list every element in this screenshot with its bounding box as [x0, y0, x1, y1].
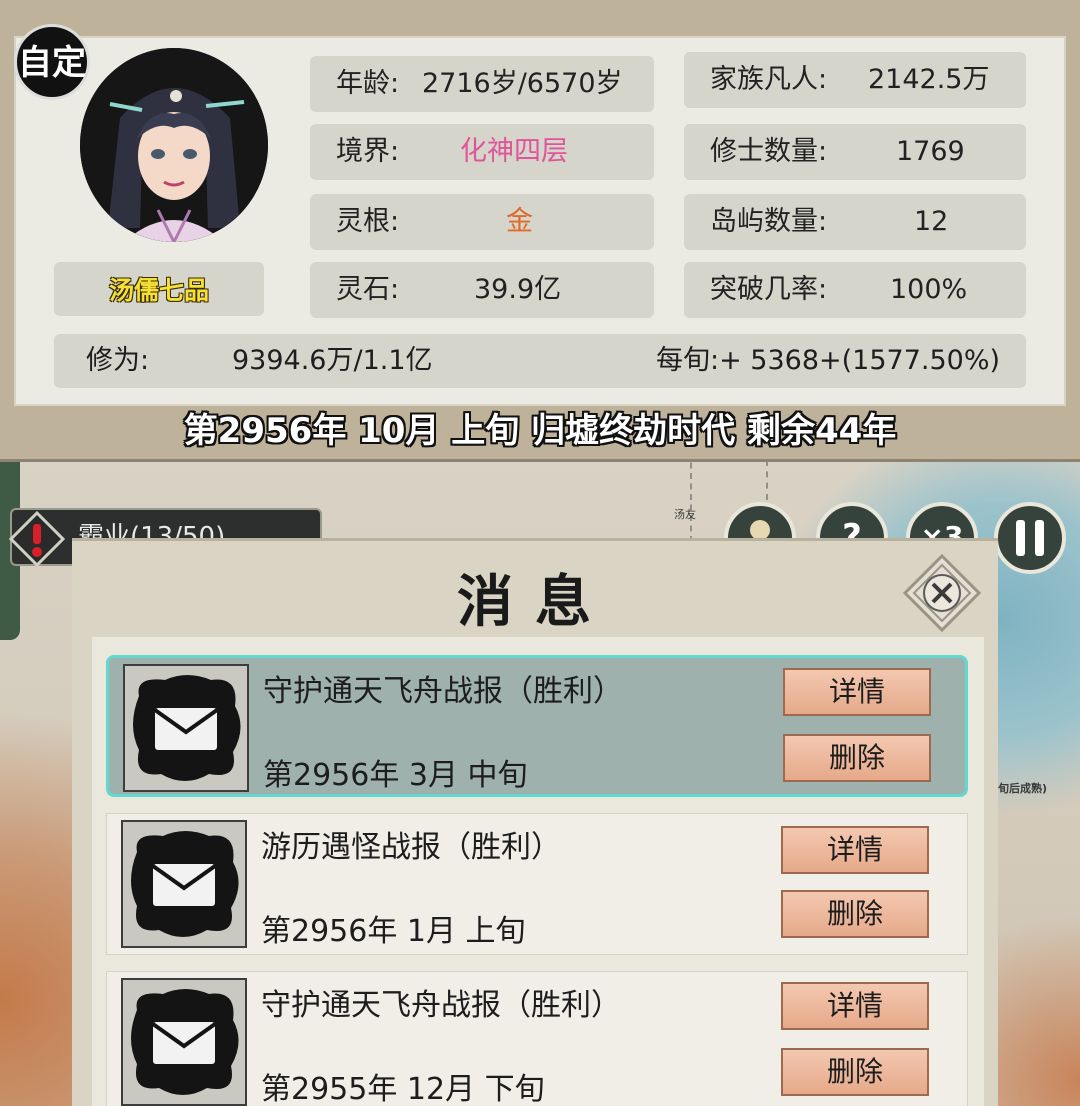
stat-value: 1769: [896, 136, 965, 167]
auto-tag[interactable]: 自定: [14, 24, 90, 100]
stat-label: 灵根:: [336, 206, 400, 237]
cultivation-value: 9394.6万/1.1亿: [232, 345, 433, 376]
delete-button[interactable]: 删除: [781, 1048, 929, 1096]
dialog-title: 消息: [457, 569, 613, 635]
delete-button[interactable]: 删除: [781, 890, 929, 938]
stat-value: 39.9亿: [474, 274, 562, 305]
message-title: 守护通天飞舟战报（胜利）: [263, 674, 623, 709]
message-dialog: 消息 守护通天飞舟战报（胜利） 第2956年 3月 中旬 详情 删除 游历遇怪战…: [72, 538, 998, 1106]
stat-breakthrough: 突破几率: 100%: [684, 262, 1026, 318]
warning-icon: [8, 510, 66, 568]
stat-value: 化神四层: [460, 136, 568, 167]
close-button[interactable]: [902, 553, 982, 633]
delete-button[interactable]: 删除: [783, 734, 931, 782]
mail-icon: [123, 664, 249, 792]
rank-text: 汤儒七品: [108, 276, 209, 305]
stat-family-mortals: 家族凡人: 2142.5万: [684, 52, 1026, 108]
pause-button[interactable]: [994, 502, 1066, 574]
stat-label: 突破几率:: [710, 274, 828, 305]
detail-button[interactable]: 详情: [783, 668, 931, 716]
date-banner: 第2956年 10月 上旬 归墟终劫时代 剩余44年: [183, 411, 897, 451]
portrait-icon: [80, 48, 268, 242]
message-date: 第2955年 12月 下旬: [261, 1072, 545, 1106]
stat-value: 100%: [890, 274, 968, 305]
stat-value: 2142.5万: [868, 64, 990, 95]
cultivation-rate: 每旬:+ 5368+(1577.50%): [656, 345, 1001, 376]
stat-value: 2716岁/6570岁: [422, 68, 623, 99]
stat-label: 境界:: [336, 136, 400, 167]
stat-islands: 岛屿数量: 12: [684, 194, 1026, 250]
cultivation-label: 修为:: [86, 345, 150, 376]
message-list: 守护通天飞舟战报（胜利） 第2956年 3月 中旬 详情 删除 游历遇怪战报（胜…: [92, 637, 984, 1106]
stat-value: 金: [506, 206, 533, 237]
message-item[interactable]: 守护通天飞舟战报（胜利） 第2956年 3月 中旬 详情 删除: [106, 655, 968, 797]
rank-badge: 汤儒七品: [54, 262, 264, 316]
stat-value: 12: [914, 206, 949, 237]
detail-button[interactable]: 详情: [781, 826, 929, 874]
stat-label: 年龄:: [336, 68, 400, 99]
message-date: 第2956年 3月 中旬: [263, 758, 528, 793]
map-label: 旬后成熟): [998, 782, 1048, 795]
map-label: 汤友: [674, 508, 696, 521]
message-item[interactable]: 守护通天飞舟战报（胜利） 第2955年 12月 下旬 详情 删除: [106, 971, 968, 1106]
stat-label: 修士数量:: [710, 136, 828, 167]
map-road: [766, 460, 768, 500]
stat-label: 灵石:: [336, 274, 400, 305]
stat-age: 年龄: 2716岁/6570岁: [310, 56, 654, 112]
message-title: 游历遇怪战报（胜利）: [261, 830, 561, 865]
stat-spirit-root: 灵根: 金: [310, 194, 654, 250]
detail-button[interactable]: 详情: [781, 982, 929, 1030]
stat-cultivators: 修士数量: 1769: [684, 124, 1026, 180]
stat-label: 家族凡人:: [710, 64, 828, 95]
map-road: [690, 452, 692, 542]
message-item[interactable]: 游历遇怪战报（胜利） 第2956年 1月 上旬 详情 删除: [106, 813, 968, 955]
stat-realm: 境界: 化神四层: [310, 124, 654, 180]
mail-icon: [121, 978, 247, 1106]
message-title: 守护通天飞舟战报（胜利）: [261, 988, 621, 1023]
stat-spirit-stones: 灵石: 39.9亿: [310, 262, 654, 318]
mail-icon: [121, 820, 247, 948]
stat-label: 岛屿数量:: [710, 206, 828, 237]
pause-icon: [1016, 520, 1044, 556]
message-date: 第2956年 1月 上旬: [261, 914, 526, 949]
character-avatar[interactable]: [80, 48, 268, 242]
cultivation-progress: 修为: 9394.6万/1.1亿 每旬:+ 5368+(1577.50%): [54, 334, 1026, 388]
